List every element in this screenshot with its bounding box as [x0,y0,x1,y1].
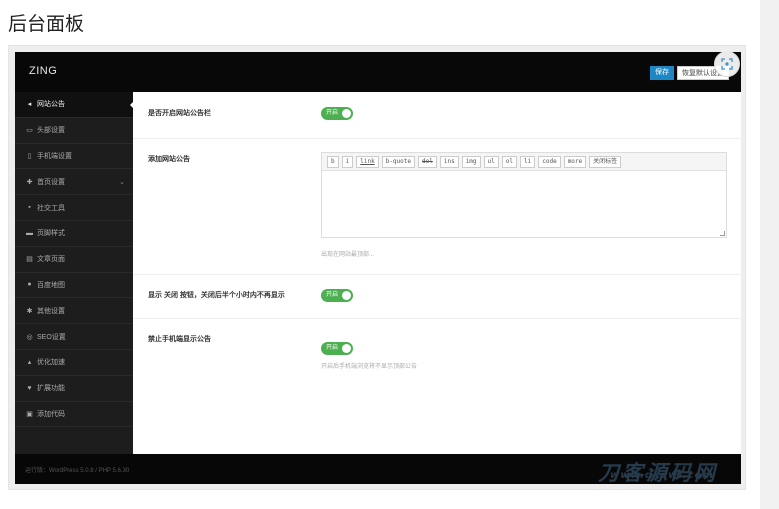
check-circle-icon: ◎ [26,333,33,341]
notice-content-label: 添加网站公告 [148,156,190,163]
sidebar-item-article[interactable]: ▤ 文章页面 [15,247,133,273]
bolt-icon: ▴ [27,359,32,367]
divider [133,318,741,319]
sidebar-item-header[interactable]: ▭ 头部设置 [15,118,133,144]
editor-textarea[interactable] [322,171,726,237]
mobile-hide-toggle[interactable]: 开启 [321,342,353,355]
sidebar-item-label: 网站公告 [37,101,65,109]
ol-button[interactable]: ol [501,155,517,168]
sidebar-item-extensions[interactable]: ♥ 扩展功能 [15,376,133,402]
sidebar-item-speed[interactable]: ▴ 优化加速 [15,350,133,376]
toggle-knob [342,344,351,353]
lock-icon: ▪ [28,204,31,212]
ins-button[interactable]: ins [439,155,459,168]
sidebar-item-other[interactable]: ✱ 其他设置 [15,298,133,325]
sidebar-item-notice[interactable]: ◂ 网站公告 [15,92,134,118]
editor-toolbar: b i link b-quote del ins img ul ol li co… [322,153,726,171]
toggle-label: 开启 [326,345,339,351]
sidebar-item-label: 百度地图 [37,281,65,289]
globe-icon: ● [27,281,32,289]
page-heading: 后台面板 [8,13,85,35]
ul-button[interactable]: ul [483,155,499,168]
footer-version: 运行版：WordPress 5.0.8 / PHP 5.6.30 [25,468,130,474]
footer-icon: ▬ [26,229,33,237]
chevron-down-icon: ⌄ [119,178,125,186]
sidebar-item-seo[interactable]: ◎ SEO设置 [15,324,133,350]
sidebar-item-label: 头部设置 [37,127,65,135]
brand-logo: ZING [29,65,58,77]
screenshot-frame: ZING 保存 恢复默认设置 ◂ 网站公告 ▭ 头部设置 ▯ 手机端设置 ✚ 首… [8,45,746,490]
sidebar-item-label: 社交工具 [37,204,65,212]
sidebar-item-label: 其他设置 [37,307,65,315]
mobile-icon: ▯ [27,152,32,160]
mobile-hide-hint: 开启后手机端浏览将不显示顶部公告 [321,364,418,370]
sidebar-item-home[interactable]: ✚ 首页设置 ⌄ [15,169,133,196]
megaphone-icon: ◂ [27,101,32,109]
sidebar-item-label: 手机端设置 [37,152,72,160]
watermark-url: www.dkewl.com [610,470,714,481]
header-icon: ▭ [26,127,33,135]
sidebar-item-map[interactable]: ● 百度地图 [15,273,133,299]
toggle-label: 开启 [326,110,339,116]
toggle-label: 开启 [326,292,339,298]
notice-bar-toggle[interactable]: 开启 [321,107,353,120]
scan-icon[interactable] [714,52,740,77]
sidebar-item-mobile[interactable]: ▯ 手机端设置 [15,144,133,170]
page: 后台面板 ZING 保存 恢复默认设置 ◂ 网站公告 ▭ 头部设置 ▯ 手机端设… [0,0,779,509]
resize-handle-icon[interactable] [720,231,725,236]
divider [133,274,741,275]
sidebar-item-code[interactable]: ▣ 添加代码 [15,402,133,428]
sidebar-item-label: 扩展功能 [37,385,65,393]
sidebar-item-label: 页脚样式 [37,230,65,238]
italic-button[interactable]: i [341,155,354,168]
toggle-knob [342,109,351,118]
footer: 运行版：WordPress 5.0.8 / PHP 5.6.30 刀客源码网 w… [15,454,741,484]
gear-icon: ✱ [26,307,33,315]
code-button[interactable]: code [538,155,561,168]
sidebar-item-label: 文章页面 [37,256,65,264]
puzzle-icon: ✚ [26,178,33,186]
scan-glyph [721,58,733,70]
sidebar-item-label: 首页设置 [37,178,65,186]
sidebar-item-social[interactable]: ▪ 社交工具 [15,195,133,221]
notice-bar-label: 是否开启网站公告栏 [148,110,211,117]
mobile-hide-label: 禁止手机端显示公告 [148,336,211,343]
close-button-label: 显示 关闭 按钮，关闭后半个小时内不再显示 [148,292,285,299]
admin-panel: ZING 保存 恢复默认设置 ◂ 网站公告 ▭ 头部设置 ▯ 手机端设置 ✚ 首… [15,52,741,484]
doc-icon: ▤ [26,256,33,264]
img-button[interactable]: img [461,155,481,168]
close-button-toggle[interactable]: 开启 [321,289,353,302]
notice-editor: b i link b-quote del ins img ul ol li co… [321,152,727,238]
li-button[interactable]: li [520,155,536,168]
sidebar-item-footer[interactable]: ▬ 页脚样式 [15,221,133,247]
sidebar-item-label: 添加代码 [37,410,65,418]
divider [133,138,741,139]
blockquote-button[interactable]: b-quote [381,155,415,168]
del-button[interactable]: del [418,155,437,168]
bold-button[interactable]: b [327,155,339,168]
notice-content-hint: 出现在网站最顶部... [321,252,375,258]
sidebar-item-label: 优化加速 [37,359,65,367]
page-scrollbar[interactable] [760,0,779,509]
link-button[interactable]: link [356,155,379,168]
heart-icon: ♥ [27,384,32,392]
sidebar-item-label: SEO设置 [37,333,66,341]
toggle-knob [342,291,351,300]
sidebar: ◂ 网站公告 ▭ 头部设置 ▯ 手机端设置 ✚ 首页设置 ⌄ ▪ 社交工具 ▬ … [15,92,134,454]
close-tags-button[interactable]: 关闭标签 [589,155,622,168]
more-button[interactable]: more [563,155,587,168]
save-button[interactable]: 保存 [650,66,674,80]
top-bar: ZING 保存 恢复默认设置 [15,52,741,92]
settings-content: 是否开启网站公告栏 开启 添加网站公告 b i link b-quote del… [133,92,741,454]
code-icon: ▣ [26,410,33,418]
